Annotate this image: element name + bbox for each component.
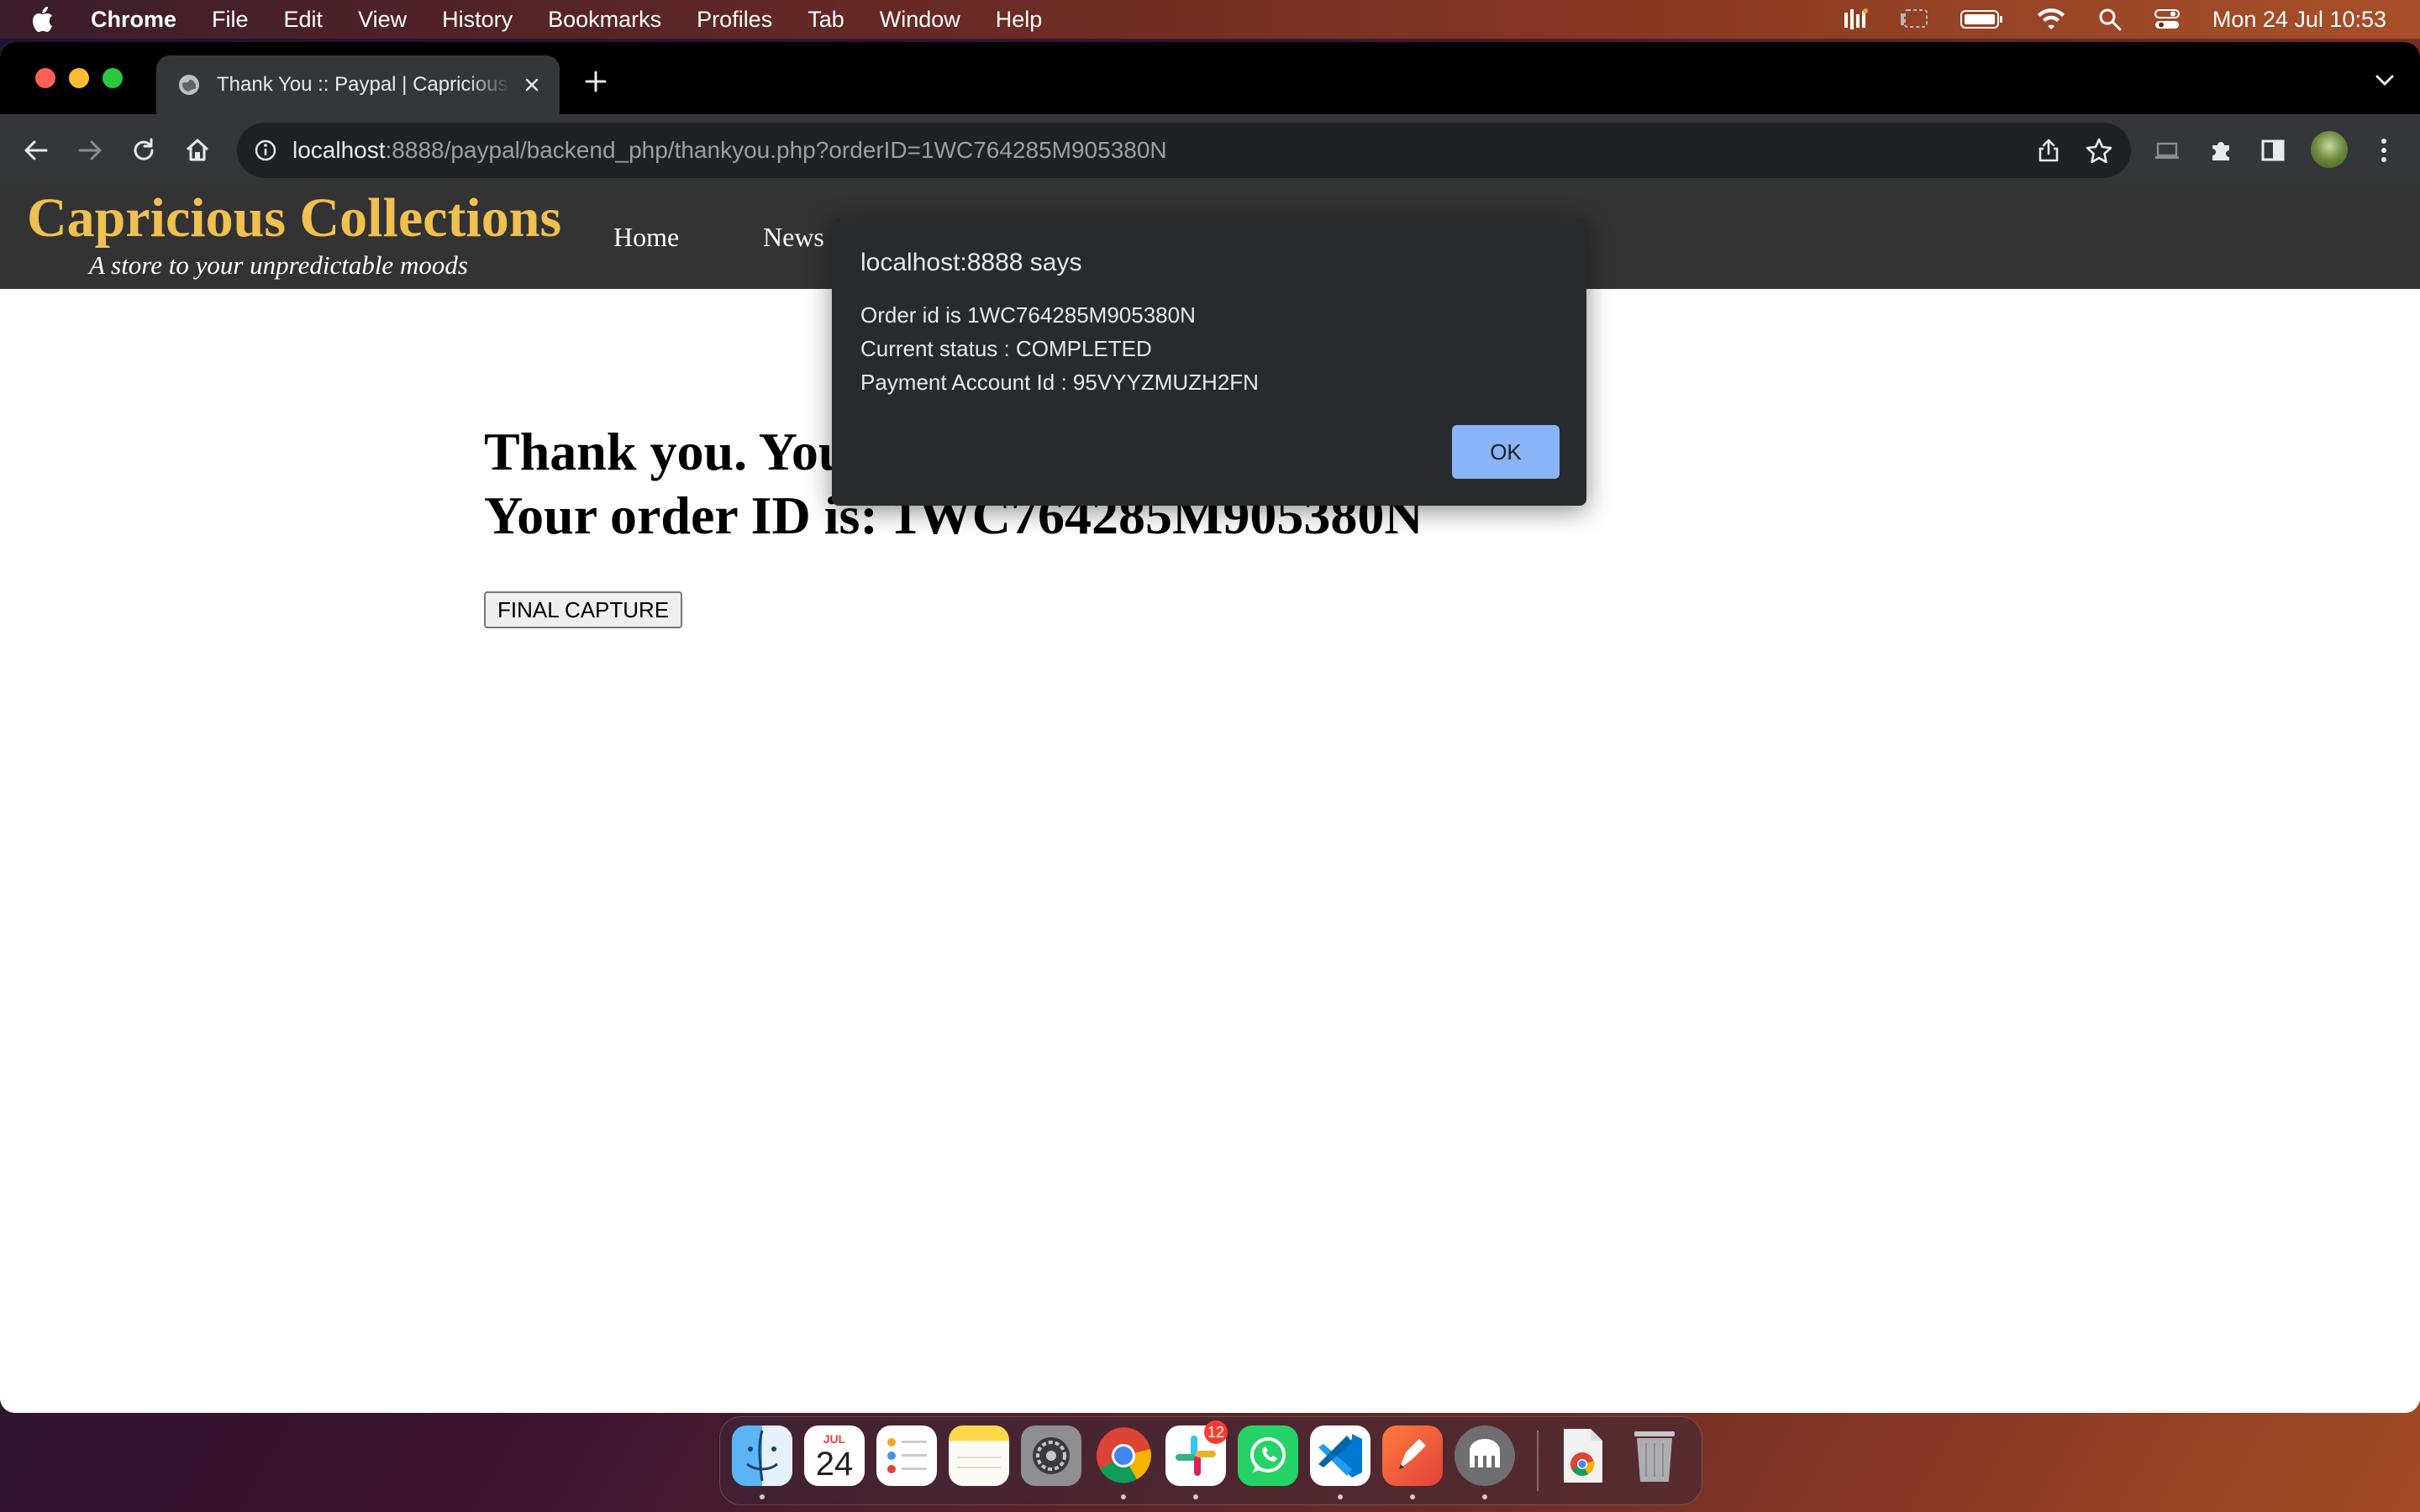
dock: JUL 24 12	[719, 1416, 1702, 1505]
side-panel-icon[interactable]	[2255, 133, 2291, 168]
home-icon[interactable]	[180, 133, 215, 168]
dialog-payment-account: Payment Account Id : 95VYYZMUZH2FN	[860, 370, 1259, 395]
elephant-app-running-dot	[1482, 1494, 1487, 1499]
url-path: :8888/paypal/backend_php/thankyou.php?or…	[385, 137, 1167, 163]
final-capture-button[interactable]: FINAL CAPTURE	[484, 591, 683, 628]
back-arrow-icon[interactable]	[18, 133, 54, 168]
new-tab-icon[interactable]	[580, 66, 612, 97]
menu-history[interactable]: History	[442, 7, 513, 33]
nav-home-link[interactable]: Home	[613, 222, 679, 253]
calendar-icon[interactable]: JUL 24	[804, 1425, 865, 1486]
dialog-status: Current status : COMPLETED	[860, 336, 1152, 361]
browser-tab-active[interactable]: Thank You :: Paypal | Capricious Collect…	[156, 55, 560, 114]
chrome-running-dot	[1121, 1494, 1126, 1499]
dock-separator	[1537, 1431, 1539, 1491]
menu-view[interactable]: View	[358, 7, 407, 33]
profile-avatar[interactable]	[2311, 131, 2348, 168]
window-zoom-button[interactable]	[103, 68, 123, 88]
site-info-icon[interactable]	[252, 137, 279, 164]
elephant-app-icon[interactable]	[1455, 1425, 1515, 1486]
reminders-icon[interactable]	[876, 1425, 937, 1486]
globe-favicon-icon	[176, 72, 202, 97]
finder-running-dot	[760, 1494, 765, 1499]
site-tagline: A store to your unpredictable moods	[89, 250, 468, 280]
menu-file[interactable]: File	[212, 7, 249, 33]
audio-bars-icon[interactable]	[1843, 8, 1868, 31]
browser-toolbar: localhost:8888/paypal/backend_php/thanky…	[0, 114, 2420, 186]
dialog-ok-button[interactable]: OK	[1452, 425, 1560, 479]
trash-icon[interactable]	[1624, 1425, 1685, 1486]
menu-bookmarks[interactable]: Bookmarks	[548, 7, 661, 33]
pen-tool-running-dot	[1410, 1494, 1415, 1499]
apple-icon[interactable]	[32, 7, 57, 32]
menu-bar: Chrome File Edit View History Bookmarks …	[0, 0, 2420, 39]
menu-app-name[interactable]: Chrome	[91, 7, 176, 33]
thank-you-text: Thank you. You	[484, 422, 849, 481]
dialog-title: localhost:8888 says	[860, 249, 1082, 276]
window-close-button[interactable]	[35, 68, 55, 88]
tab-search-chevron-icon[interactable]	[2371, 67, 2398, 94]
pen-tool-app-icon[interactable]	[1382, 1425, 1443, 1486]
browser-window: Thank You :: Paypal | Capricious Collect…	[0, 42, 2420, 1413]
calendar-day: 24	[815, 1446, 854, 1483]
menu-tab[interactable]: Tab	[808, 7, 844, 33]
url-text[interactable]: localhost:8888/paypal/backend_php/thanky…	[292, 123, 1167, 178]
wifi-icon[interactable]	[2036, 8, 2066, 31]
menu-bar-clock[interactable]: Mon 24 Jul 10:53	[2212, 7, 2386, 33]
notes-icon[interactable]	[949, 1425, 1009, 1486]
whatsapp-icon[interactable]	[1238, 1425, 1298, 1486]
bookmark-star-icon[interactable]	[2084, 135, 2114, 165]
slack-notification-badge: 12	[1204, 1420, 1228, 1444]
vscode-running-dot	[1338, 1494, 1343, 1499]
menu-edit[interactable]: Edit	[284, 7, 324, 33]
tab-title: Thank You :: Paypal | Capricious Collect…	[217, 73, 511, 96]
share-icon[interactable]	[2033, 135, 2064, 165]
menu-window[interactable]: Window	[880, 7, 960, 33]
cast-laptop-icon[interactable]	[2149, 133, 2185, 168]
system-settings-gear-icon[interactable]	[1021, 1425, 1081, 1486]
screen-mirroring-icon[interactable]	[1900, 8, 1928, 30]
menu-help[interactable]: Help	[996, 7, 1043, 33]
slack-running-dot	[1193, 1494, 1198, 1499]
window-minimize-button[interactable]	[69, 68, 89, 88]
site-logo[interactable]: Capricious Collections	[27, 186, 561, 250]
alert-dialog: localhost:8888 says Order id is 1WC76428…	[832, 218, 1586, 506]
extensions-puzzle-icon[interactable]	[2203, 133, 2238, 168]
calendar-month: JUL	[823, 1432, 846, 1446]
tab-close-icon[interactable]	[519, 72, 544, 97]
control-center-icon[interactable]	[2154, 8, 2181, 31]
url-host: localhost	[292, 137, 386, 163]
battery-icon[interactable]	[1960, 8, 2004, 30]
vscode-icon[interactable]	[1310, 1425, 1370, 1486]
dialog-order-id: Order id is 1WC764285M905380N	[860, 302, 1196, 328]
nav-news-link[interactable]: News	[763, 222, 824, 253]
tab-strip: Thank You :: Paypal | Capricious Collect…	[0, 42, 2420, 114]
chrome-icon[interactable]	[1093, 1425, 1154, 1486]
chrome-document-icon[interactable]	[1552, 1425, 1612, 1486]
spotlight-search-icon[interactable]	[2098, 8, 2122, 31]
forward-arrow-icon[interactable]	[72, 133, 108, 168]
menu-profiles[interactable]: Profiles	[697, 7, 772, 33]
reload-icon[interactable]	[126, 133, 161, 168]
address-bar[interactable]: localhost:8888/paypal/backend_php/thanky…	[237, 123, 2131, 178]
finder-icon[interactable]	[732, 1425, 792, 1486]
chrome-menu-kebab-icon[interactable]	[2366, 133, 2402, 168]
